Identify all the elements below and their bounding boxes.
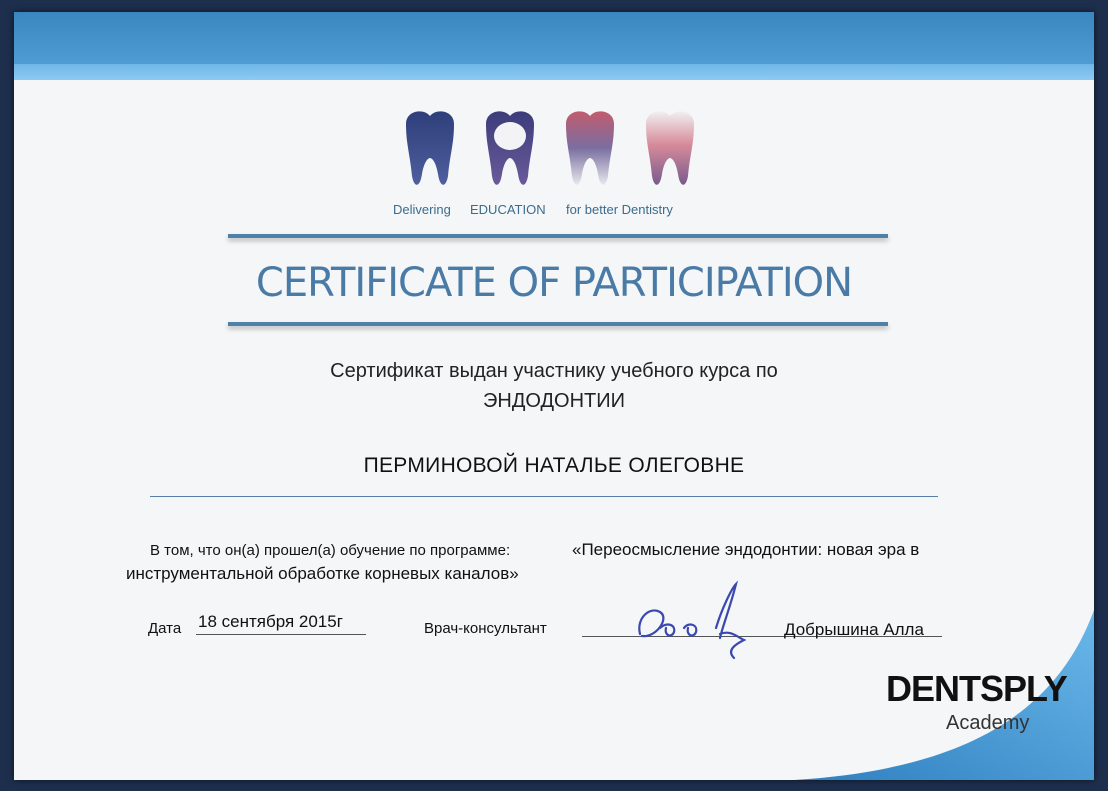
tagline-education: EDUCATION — [470, 202, 546, 217]
recipient-underline — [150, 496, 938, 497]
academy-wordmark: Academy — [946, 712, 1030, 734]
dentsply-wordmark: DENTSPLY — [886, 668, 1068, 709]
title-bottom-rule — [228, 322, 888, 326]
tagline-dentistry: for better Dentistry — [566, 202, 673, 217]
date-underline — [196, 634, 366, 635]
date-label: Дата — [148, 620, 182, 637]
top-light-band — [14, 64, 1094, 80]
title-top-rule — [228, 234, 888, 238]
issued-line-2: ЭНДОДОНТИИ — [483, 390, 625, 412]
certificate-title: CERTIFICATE OF PARTICIPATION — [255, 260, 853, 306]
program-name-line-1: «Переосмысление эндодонтии: новая эра в — [572, 540, 920, 559]
dentsply-academy-logo: DENTSPLY Academy — [886, 668, 1068, 748]
top-blue-band — [14, 12, 1094, 64]
handwritten-signature — [638, 580, 747, 660]
program-intro: В том, что он(а) прошел(а) обучение по п… — [150, 542, 511, 559]
consultant-label: Врач-консультант — [424, 620, 547, 637]
tooth-logo-icon — [406, 111, 694, 185]
recipient-name: ПЕРМИНОВОЙ НАТАЛЬЕ ОЛЕГОВНЕ — [363, 454, 745, 477]
date-value: 18 сентября 2015г — [198, 612, 343, 631]
tagline-delivering: Delivering — [393, 202, 451, 217]
certificate-sheet: Delivering EDUCATION for better Dentistr… — [14, 12, 1094, 780]
issued-line-1: Сертификат выдан участнику учебного курс… — [330, 360, 778, 382]
program-name-line-2: инструментальной обработке корневых кана… — [126, 564, 519, 583]
